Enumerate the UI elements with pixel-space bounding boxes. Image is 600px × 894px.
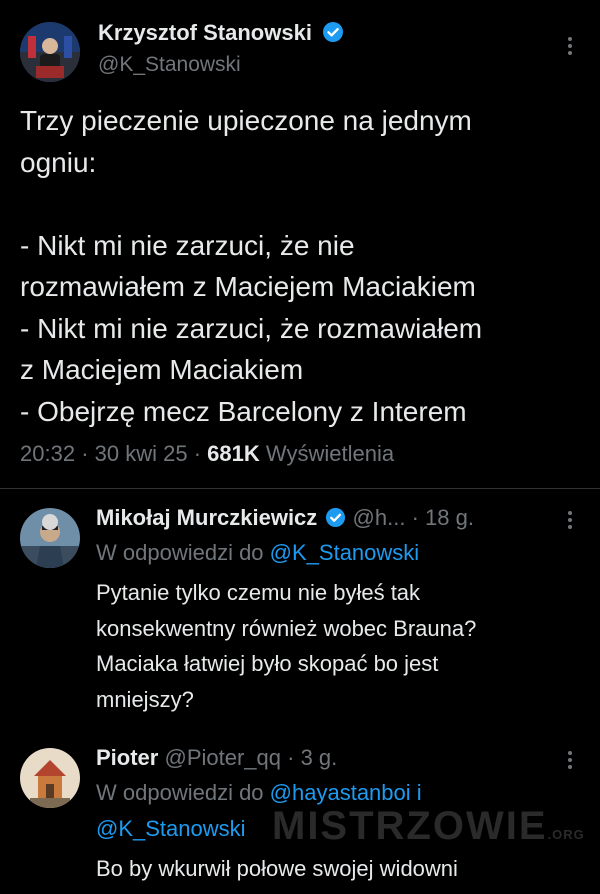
watermark-suffix: .ORG	[547, 827, 585, 842]
meta-separator: ·	[411, 505, 419, 530]
meta-separator: ·	[193, 441, 202, 466]
reply-text-line: Bo by wkurwił połowe swojej widowni	[96, 856, 458, 881]
tweet-text-line	[20, 183, 590, 225]
views-label[interactable]: Wyświetlenia	[266, 441, 394, 466]
reply-text-line: Pytanie tylko czemu nie byłeś tak	[96, 580, 421, 605]
tweet-meta: 20:32 · 30 kwi 25 · 681K Wyświetlenia	[20, 441, 394, 467]
more-options-icon[interactable]	[560, 508, 580, 532]
tweet-text-line: ogniu:	[20, 146, 97, 178]
tweet-text-line: - Obejrzę mecz Barcelony z Interem	[20, 395, 467, 427]
reply-author-name[interactable]: Mikołaj Murczkiewicz	[96, 505, 317, 530]
reply-author-handle[interactable]: @Pioter_qq	[164, 745, 281, 770]
avatar-main-author[interactable]	[20, 22, 80, 82]
reply-age[interactable]: 18 g.	[425, 505, 474, 530]
tweet-time[interactable]: 20:32	[20, 441, 75, 466]
more-options-icon[interactable]	[560, 748, 580, 772]
tweet-text-line: - Nikt mi nie zarzuci, że rozmawiałem	[20, 312, 483, 344]
reply-prefix: W odpowiedzi do	[96, 780, 264, 805]
reply-1-header: Mikołaj Murczkiewicz @h... · 18 g.	[96, 505, 474, 531]
meta-separator: ·	[81, 441, 89, 466]
tweet-text-line: rozmawiałem z Maciejem Maciakiem	[20, 271, 476, 302]
watermark: MISTRZOWIE.ORG	[272, 804, 585, 849]
reply-prefix: W odpowiedzi do	[96, 540, 264, 565]
main-tweet-text: Trzy pieczenie upieczone na jednym ogniu…	[20, 100, 590, 432]
reply-text: Pytanie tylko czemu nie byłeś tak konsek…	[96, 575, 586, 717]
reply-to-mention[interactable]: @hayastanboi i	[270, 780, 422, 805]
verified-badge-icon	[323, 22, 344, 43]
reply-to-line: W odpowiedzi do @hayastanboi i	[96, 780, 422, 806]
reply-2-header: Pioter @Pioter_qq · 3 g.	[96, 745, 337, 771]
reply-to-mention[interactable]: @K_Stanowski	[96, 816, 246, 842]
tweet-text-line: Trzy pieczenie upieczone na jednym	[20, 105, 472, 136]
reply-age[interactable]: 3 g.	[301, 745, 338, 770]
reply-text-line: Maciaka łatwiej było skopać bo jest	[96, 651, 439, 676]
more-options-icon[interactable]	[560, 34, 580, 58]
avatar-image	[20, 748, 80, 808]
main-author-name[interactable]: Krzysztof Stanowski	[98, 20, 312, 45]
reply-to-mention[interactable]: @K_Stanowski	[270, 540, 420, 565]
reply-author-handle[interactable]: @h...	[353, 505, 406, 530]
watermark-text: MISTRZOWIE	[272, 804, 548, 848]
avatar-reply-1[interactable]	[20, 508, 80, 568]
verified-badge-icon	[326, 507, 346, 527]
tweet-text-line: z Maciejem Maciakiem	[20, 354, 304, 385]
avatar-image	[20, 508, 80, 568]
main-author-row: Krzysztof Stanowski	[98, 20, 344, 46]
main-author-handle[interactable]: @K_Stanowski	[98, 53, 241, 77]
tweet-date[interactable]: 30 kwi 25	[95, 441, 188, 466]
reply-to-line: W odpowiedzi do @K_Stanowski	[96, 540, 419, 566]
reply-text: Bo by wkurwił połowe swojej widowni	[96, 851, 586, 886]
avatar-reply-2[interactable]	[20, 748, 80, 808]
avatar-image	[20, 22, 80, 82]
reply-text-line: mniejszy?	[96, 686, 194, 712]
reply-text-line: konsekwentny również wobec Brauna?	[96, 615, 477, 641]
divider	[0, 488, 600, 489]
reply-author-name[interactable]: Pioter	[96, 745, 158, 770]
meta-separator: ·	[287, 745, 295, 770]
views-count[interactable]: 681K	[207, 441, 260, 466]
tweet-text-line: - Nikt mi nie zarzuci, że nie	[20, 229, 355, 261]
